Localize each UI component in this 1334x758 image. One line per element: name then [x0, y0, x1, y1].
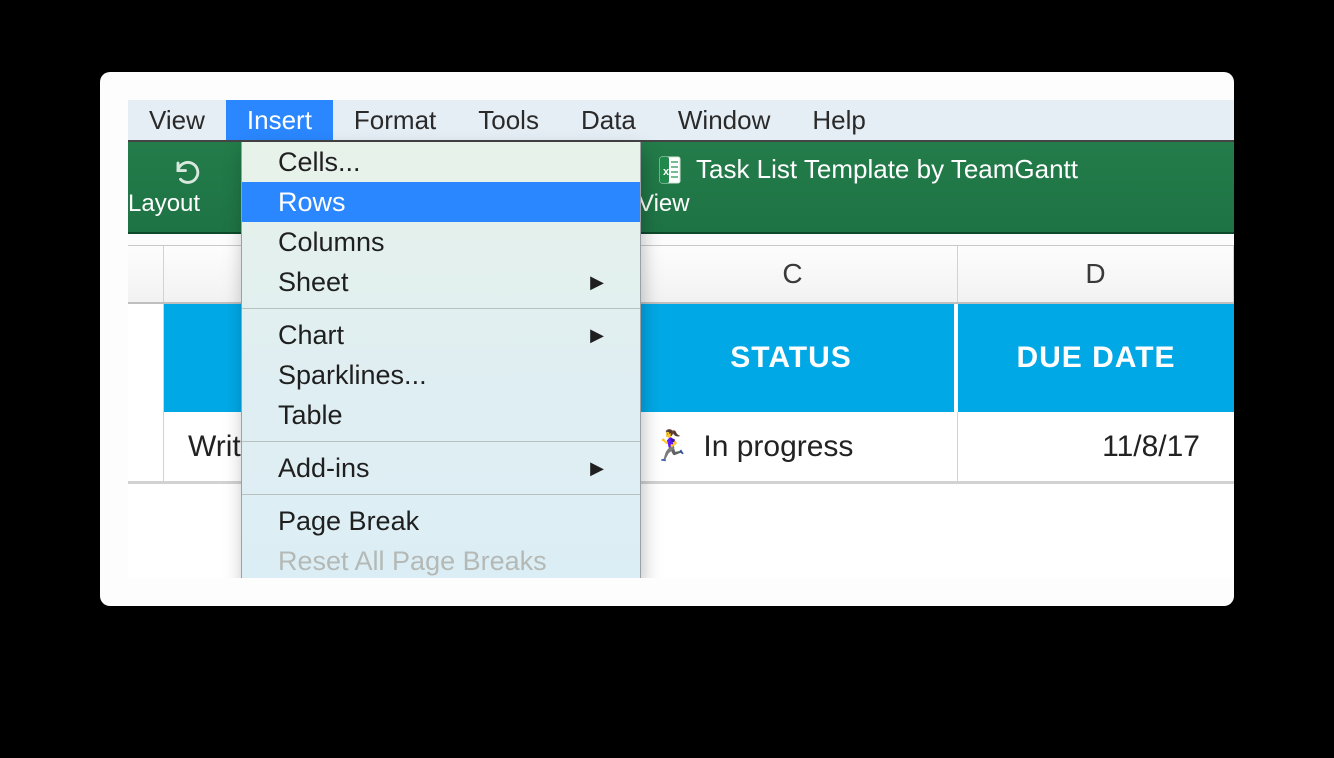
- ribbon-tab-layout[interactable]: Layout: [128, 184, 243, 224]
- cell-status[interactable]: 🏃‍♀️ In progress: [628, 412, 958, 481]
- runner-icon: 🏃‍♀️: [652, 429, 689, 464]
- row-number-gutter[interactable]: [128, 304, 164, 412]
- menu-item-label: Table: [278, 400, 343, 431]
- menu-item-addins[interactable]: Add-ins ▶: [242, 448, 640, 488]
- ribbon-tab-view[interactable]: View: [638, 184, 710, 224]
- menu-item-label: Sheet: [278, 267, 349, 298]
- excel-file-icon: x: [658, 156, 682, 184]
- document-title: Task List Template by TeamGantt: [696, 154, 1078, 185]
- card-frame: View Insert Format Tools Data Window Hel…: [100, 72, 1234, 606]
- menu-item-label: Reset All Page Breaks: [278, 546, 547, 577]
- menu-item-reset-page-breaks: Reset All Page Breaks: [242, 541, 640, 578]
- row-header-corner[interactable]: [128, 246, 164, 302]
- svg-text:x: x: [663, 166, 670, 178]
- menu-insert[interactable]: Insert: [226, 100, 333, 140]
- menu-separator: [242, 308, 640, 309]
- menu-item-label: Chart: [278, 320, 344, 351]
- column-header-d[interactable]: D: [958, 246, 1234, 302]
- menu-format[interactable]: Format: [333, 100, 457, 140]
- header-cell-status[interactable]: STATUS: [628, 304, 958, 412]
- menu-separator: [242, 494, 640, 495]
- menu-item-rows[interactable]: Rows: [242, 182, 640, 222]
- cell-due-date[interactable]: 11/8/17: [958, 412, 1234, 481]
- menu-data[interactable]: Data: [560, 100, 657, 140]
- submenu-arrow-icon: ▶: [590, 272, 604, 293]
- menu-item-chart[interactable]: Chart ▶: [242, 315, 640, 355]
- menu-view[interactable]: View: [128, 100, 226, 140]
- menu-tools[interactable]: Tools: [457, 100, 560, 140]
- column-header-c[interactable]: C: [628, 246, 958, 302]
- insert-dropdown: Cells... Rows Columns Sheet ▶ Chart ▶ Sp…: [241, 142, 641, 578]
- menubar: View Insert Format Tools Data Window Hel…: [128, 100, 1234, 142]
- header-cell-due-date[interactable]: DUE DATE: [958, 304, 1234, 412]
- submenu-arrow-icon: ▶: [590, 325, 604, 346]
- menu-item-cells[interactable]: Cells...: [242, 142, 640, 182]
- menu-item-columns[interactable]: Columns: [242, 222, 640, 262]
- document-title-row: x Task List Template by TeamGantt: [658, 154, 1078, 185]
- app-viewport: View Insert Format Tools Data Window Hel…: [128, 100, 1234, 578]
- menu-item-page-break[interactable]: Page Break: [242, 501, 640, 541]
- menu-item-label: Add-ins: [278, 453, 370, 484]
- submenu-arrow-icon: ▶: [590, 458, 604, 479]
- menu-item-table[interactable]: Table: [242, 395, 640, 435]
- menu-window[interactable]: Window: [657, 100, 791, 140]
- row-number-gutter[interactable]: [128, 412, 164, 481]
- menu-help[interactable]: Help: [791, 100, 886, 140]
- menu-separator: [242, 441, 640, 442]
- menu-item-label: Rows: [278, 187, 346, 218]
- menu-item-label: Sparklines...: [278, 360, 427, 391]
- menu-item-label: Columns: [278, 227, 385, 258]
- menu-item-sparklines[interactable]: Sparklines...: [242, 355, 640, 395]
- menu-item-label: Page Break: [278, 506, 419, 537]
- menu-item-sheet[interactable]: Sheet ▶: [242, 262, 640, 302]
- menu-item-label: Cells...: [278, 147, 361, 178]
- cell-status-text: In progress: [703, 430, 853, 464]
